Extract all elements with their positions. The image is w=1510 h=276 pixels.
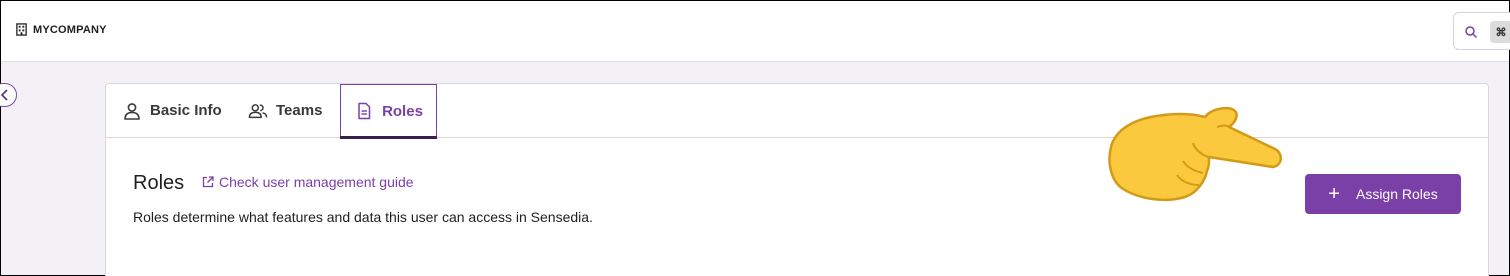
roles-description: Roles determine what features and data t… xyxy=(133,209,593,225)
top-bar: MYCOMPANY ⌘ xyxy=(1,1,1510,62)
roles-section-title: Roles xyxy=(133,172,185,194)
user-management-guide-link[interactable]: Check user management guide xyxy=(201,174,414,190)
tab-roles[interactable]: Roles xyxy=(340,84,437,139)
plus-icon: + xyxy=(1328,183,1340,205)
shortcut-key: ⌘ xyxy=(1490,21,1510,43)
pointing-hand-icon xyxy=(1108,106,1282,202)
assign-roles-label: Assign Roles xyxy=(1355,186,1438,202)
people-icon xyxy=(248,103,268,118)
person-icon xyxy=(124,102,140,120)
tab-label: Roles xyxy=(382,102,423,120)
guide-link-label: Check user management guide xyxy=(219,174,414,190)
assign-roles-button[interactable]: + Assign Roles xyxy=(1305,174,1461,214)
sidebar-collapse-button[interactable] xyxy=(0,83,17,107)
chevron-left-icon xyxy=(0,89,8,101)
tab-teams[interactable]: Teams xyxy=(248,84,322,137)
tab-basic-info[interactable]: Basic Info xyxy=(122,84,222,137)
company-brand[interactable]: MYCOMPANY xyxy=(15,23,107,36)
search-input[interactable]: ⌘ xyxy=(1453,12,1510,50)
external-link-icon xyxy=(202,176,214,188)
company-name: MYCOMPANY xyxy=(33,23,107,36)
document-icon xyxy=(358,102,371,120)
tab-label: Teams xyxy=(276,102,323,119)
building-icon xyxy=(16,23,27,36)
tab-label: Basic Info xyxy=(150,102,222,119)
search-icon xyxy=(1465,26,1478,39)
